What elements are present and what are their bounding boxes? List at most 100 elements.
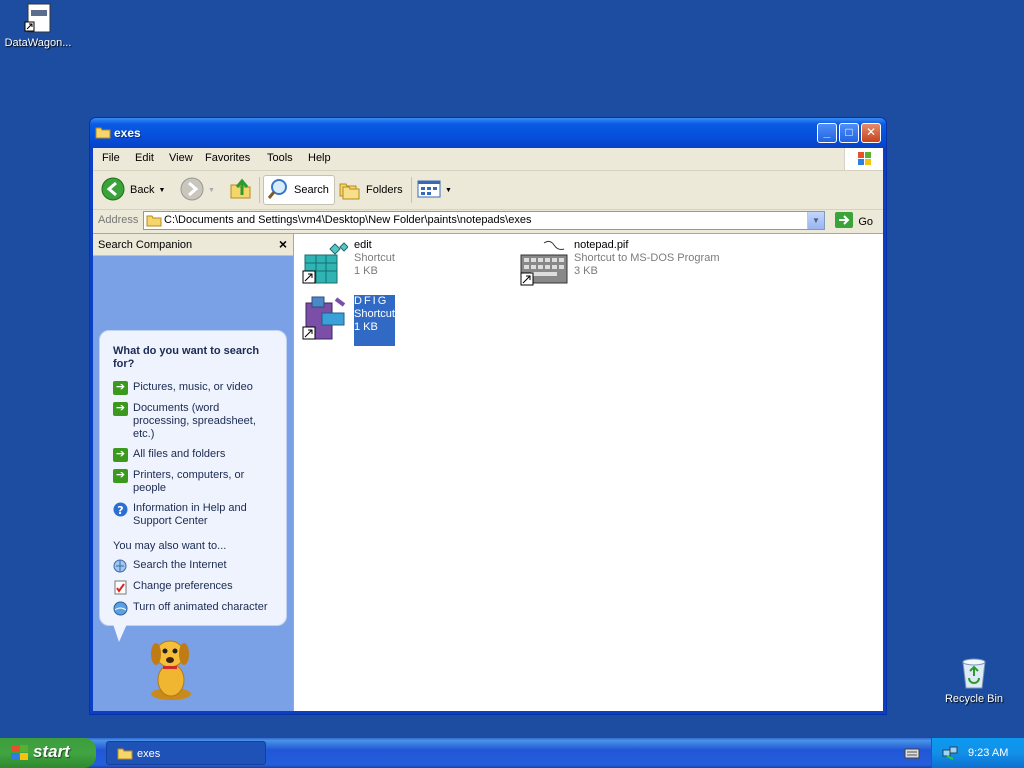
windows-flag-icon — [10, 744, 30, 767]
edit-program-icon — [302, 239, 349, 290]
keyboard-icon[interactable] — [904, 746, 920, 763]
also-want-label: You may also want to... — [113, 540, 227, 552]
start-button[interactable]: start — [0, 738, 96, 768]
title-bar[interactable]: exes _ □ ✕ — [90, 118, 886, 148]
back-arrow-icon — [101, 177, 125, 204]
back-button[interactable]: Back ▼ — [101, 175, 165, 205]
svg-text:?: ? — [117, 504, 123, 517]
link-label: Search the Internet — [133, 559, 227, 571]
search-label: Search — [294, 184, 329, 196]
search-option-pictures[interactable]: ➔ Pictures, music, or video — [113, 381, 273, 395]
search-companion-header: Search Companion × — [93, 234, 293, 256]
folders-icon — [339, 178, 361, 203]
go-button[interactable]: Go — [835, 212, 873, 231]
menu-bar: File Edit View Favorites Tools Help — [93, 148, 883, 171]
file-type: Shortcut to MS-DOS Program — [574, 252, 720, 264]
file-size: 1 KB — [354, 321, 378, 333]
link-label: Change preferences — [133, 580, 233, 592]
search-internet-link[interactable]: Search the Internet — [113, 559, 273, 577]
menu-favorites[interactable]: Favorites — [205, 152, 250, 164]
chevron-down-icon[interactable]: ▼ — [158, 187, 165, 194]
file-type: Shortcut — [354, 308, 395, 320]
menu-help[interactable]: Help — [308, 152, 331, 164]
chevron-down-icon[interactable]: ▼ — [445, 187, 452, 194]
taskbar-item-label: exes — [137, 748, 161, 760]
menu-edit[interactable]: Edit — [135, 152, 154, 164]
folder-icon — [146, 213, 162, 230]
globe-character-icon — [113, 601, 128, 619]
option-label: Pictures, music, or video — [133, 381, 253, 393]
recycle-bin-icon — [958, 656, 990, 690]
minimize-icon: _ — [823, 125, 831, 139]
file-info: notepad.pif Shortcut to MS-DOS Program 3… — [574, 239, 720, 290]
chevron-down-icon[interactable]: ▼ — [208, 187, 215, 194]
close-button[interactable]: ✕ — [861, 123, 881, 143]
forward-button[interactable]: ▼ — [180, 175, 215, 205]
maximize-icon: □ — [845, 125, 853, 139]
search-question: What do you want to search for? — [113, 345, 260, 370]
close-pane-icon[interactable]: × — [279, 236, 287, 252]
help-question-icon: ? — [113, 502, 128, 520]
desktop-icon-label: DataWagon... — [4, 37, 72, 49]
minimize-button[interactable]: _ — [817, 123, 837, 143]
file-type: Shortcut — [354, 252, 395, 264]
search-button[interactable]: Search — [263, 175, 335, 205]
close-icon: ✕ — [865, 125, 877, 139]
forward-arrow-icon — [180, 177, 204, 204]
file-name: notepad.pif — [574, 239, 629, 251]
toolbar: Back ▼ ▼ Search Folders ▼ — [93, 171, 883, 210]
green-arrow-icon: ➔ — [113, 381, 128, 395]
file-size: 1 KB — [354, 265, 378, 277]
go-label: Go — [858, 215, 873, 228]
desktop-icon-datawagon[interactable]: DataWagon... — [0, 2, 78, 49]
taskbar: start exes 9:23 AM — [0, 738, 1024, 768]
desktop-icon-label: Recycle Bin — [944, 693, 1004, 705]
window-title: exes — [114, 126, 141, 140]
search-option-help[interactable]: ? Information in Help and Support Center — [113, 502, 273, 528]
file-item-notepad-pif[interactable]: notepad.pif Shortcut to MS-DOS Program 3… — [520, 239, 720, 290]
menu-file[interactable]: File — [102, 152, 120, 164]
file-size: 3 KB — [574, 265, 598, 277]
back-label: Back — [130, 184, 155, 196]
views-button[interactable]: ▼ — [417, 175, 452, 205]
network-icon[interactable] — [942, 745, 958, 764]
windows-logo-icon — [844, 148, 883, 170]
file-item-edit[interactable]: edit Shortcut 1 KB — [302, 239, 395, 290]
change-preferences-link[interactable]: Change preferences — [113, 580, 273, 598]
menu-view[interactable]: View — [169, 152, 193, 164]
green-arrow-icon: ➔ — [113, 402, 128, 416]
folders-button[interactable]: Folders — [339, 175, 403, 205]
search-options-bubble: What do you want to search for? ➔ Pictur… — [99, 330, 287, 626]
toolbar-separator — [259, 177, 260, 203]
search-companion-pane: Search Companion × What do you want to s… — [93, 234, 293, 711]
preferences-icon — [113, 580, 128, 598]
option-label: All files and folders — [133, 448, 226, 460]
search-dog-icon[interactable] — [145, 636, 199, 707]
search-icon — [267, 178, 289, 203]
search-option-printers[interactable]: ➔ Printers, computers, or people — [113, 469, 273, 495]
search-option-documents[interactable]: ➔ Documents (word processing, spreadshee… — [113, 402, 273, 441]
chevron-down-icon[interactable]: ▼ — [807, 212, 824, 229]
maximize-button[interactable]: □ — [839, 123, 859, 143]
folder-icon — [117, 746, 133, 763]
bubble-tail — [113, 624, 127, 642]
views-icon — [417, 179, 441, 202]
file-info: DFIG Shortcut 1 KB — [354, 295, 395, 346]
clock: 9:23 AM — [968, 747, 1009, 759]
folder-icon — [95, 125, 111, 142]
file-item-dfig[interactable]: DFIG Shortcut 1 KB — [302, 295, 395, 346]
option-label: Documents (word processing, spreadsheet,… — [133, 402, 256, 440]
toolbar-separator — [411, 177, 412, 203]
search-internet-icon — [113, 559, 128, 577]
search-option-all-files[interactable]: ➔ All files and folders — [113, 448, 273, 462]
file-info: edit Shortcut 1 KB — [354, 239, 395, 290]
link-label: Turn off animated character — [133, 601, 268, 613]
folders-label: Folders — [366, 184, 403, 196]
taskbar-item-exes[interactable]: exes — [106, 741, 266, 765]
address-input[interactable]: C:\Documents and Settings\vm4\Desktop\Ne… — [143, 211, 825, 230]
animated-character-link[interactable]: Turn off animated character — [113, 601, 273, 619]
up-folder-button[interactable] — [229, 175, 253, 205]
option-label: Information in Help and Support Center — [133, 502, 247, 527]
desktop-icon-recycle-bin[interactable]: Recycle Bin — [934, 656, 1014, 705]
menu-tools[interactable]: Tools — [267, 152, 293, 164]
